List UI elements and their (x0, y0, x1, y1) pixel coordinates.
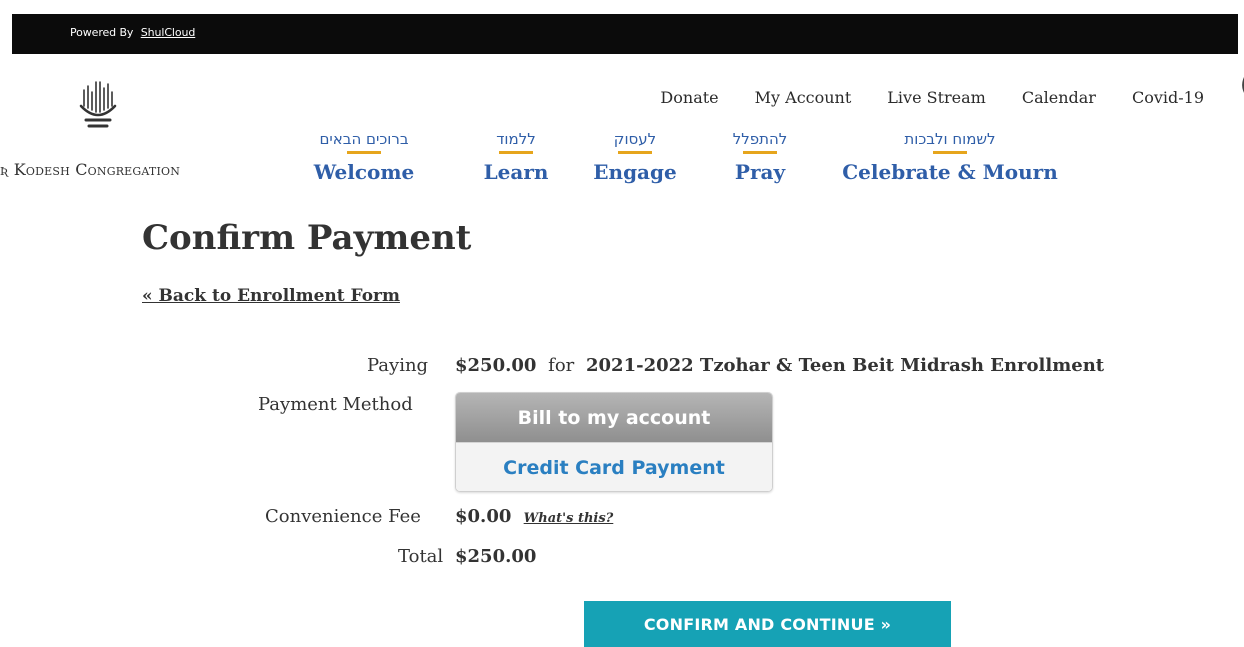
main-nav-welcome-label: Welcome (313, 160, 415, 184)
paying-for-text: for (548, 355, 575, 376)
nav-donate[interactable]: Donate (660, 88, 718, 107)
nav-calendar[interactable]: Calendar (1022, 88, 1096, 107)
nav-covid-19[interactable]: Covid-19 (1132, 88, 1204, 107)
main-nav-learn-hebrew: ללמוד (496, 130, 536, 148)
credit-card-option[interactable]: Credit Card Payment (456, 442, 772, 491)
paying-item: 2021-2022 Tzohar & Teen Beit Midrash Enr… (586, 355, 1105, 376)
total-label: Total (398, 546, 444, 567)
powered-by-label: Powered By (70, 26, 134, 39)
page-title: Confirm Payment (142, 218, 472, 258)
payment-method-label: Payment Method (258, 394, 413, 415)
paying-label: Paying (367, 355, 429, 376)
menorah-logo-icon[interactable] (78, 80, 118, 130)
main-nav-learn-label: Learn (483, 160, 549, 184)
powered-by: Powered By ShulCloud (70, 26, 195, 39)
main-nav-engage-hebrew: לעסוק (613, 130, 657, 148)
main-nav-engage-label: Engage (593, 160, 677, 184)
main-nav-welcome-hebrew: ברוכים הבאים (319, 130, 409, 148)
nav-underline (499, 151, 533, 154)
main-nav-celebrate-mourn[interactable]: לשמוח ולבכות Celebrate & Mourn (840, 130, 1060, 184)
main-nav-celebrate-mourn-label: Celebrate & Mourn (842, 160, 1058, 184)
main-nav-pray-label: Pray (734, 160, 786, 184)
nav-underline (933, 151, 967, 154)
nav-underline (618, 151, 652, 154)
main-nav-pray[interactable]: להתפלל Pray (715, 130, 805, 184)
whats-this-link[interactable]: What's this? (524, 511, 614, 526)
back-to-enrollment-link[interactable]: « Back to Enrollment Form (142, 286, 400, 306)
nav-underline (347, 151, 381, 154)
partial-circle-icon: ( (1240, 70, 1244, 100)
nav-live-stream[interactable]: Live Stream (887, 88, 986, 107)
nav-underline (743, 151, 777, 154)
page: Powered By ShulCloud ( ʀ Kodesh Congrega… (0, 0, 1244, 647)
convenience-fee-label: Convenience Fee (265, 506, 421, 527)
paying-amount: $250.00 (455, 355, 537, 376)
paying-summary: $250.00 for 2021-2022 Tzohar & Teen Beit… (455, 355, 1104, 376)
main-nav: ברוכים הבאים Welcome ללמוד Learn לעסוק E… (0, 130, 1244, 200)
convenience-fee-value: $0.00 (455, 506, 512, 527)
payment-method-selector: Bill to my account Credit Card Payment (455, 392, 773, 492)
main-nav-engage[interactable]: לעסוק Engage (580, 130, 690, 184)
convenience-fee-row: $0.00 What's this? (455, 506, 613, 527)
main-nav-welcome[interactable]: ברוכים הבאים Welcome (308, 130, 420, 184)
utility-nav: Donate My Account Live Stream Calendar C… (660, 88, 1204, 107)
main-nav-pray-hebrew: להתפלל (732, 130, 788, 148)
nav-my-account[interactable]: My Account (755, 88, 852, 107)
main-nav-learn[interactable]: ללמוד Learn (476, 130, 556, 184)
bill-to-account-option[interactable]: Bill to my account (456, 393, 772, 442)
shulcloud-link[interactable]: ShulCloud (141, 26, 196, 39)
top-bar: Powered By ShulCloud (12, 14, 1238, 54)
total-value: $250.00 (455, 546, 537, 567)
confirm-and-continue-button[interactable]: CONFIRM AND CONTINUE » (584, 601, 951, 647)
main-nav-celebrate-mourn-hebrew: לשמוח ולבכות (904, 130, 996, 148)
